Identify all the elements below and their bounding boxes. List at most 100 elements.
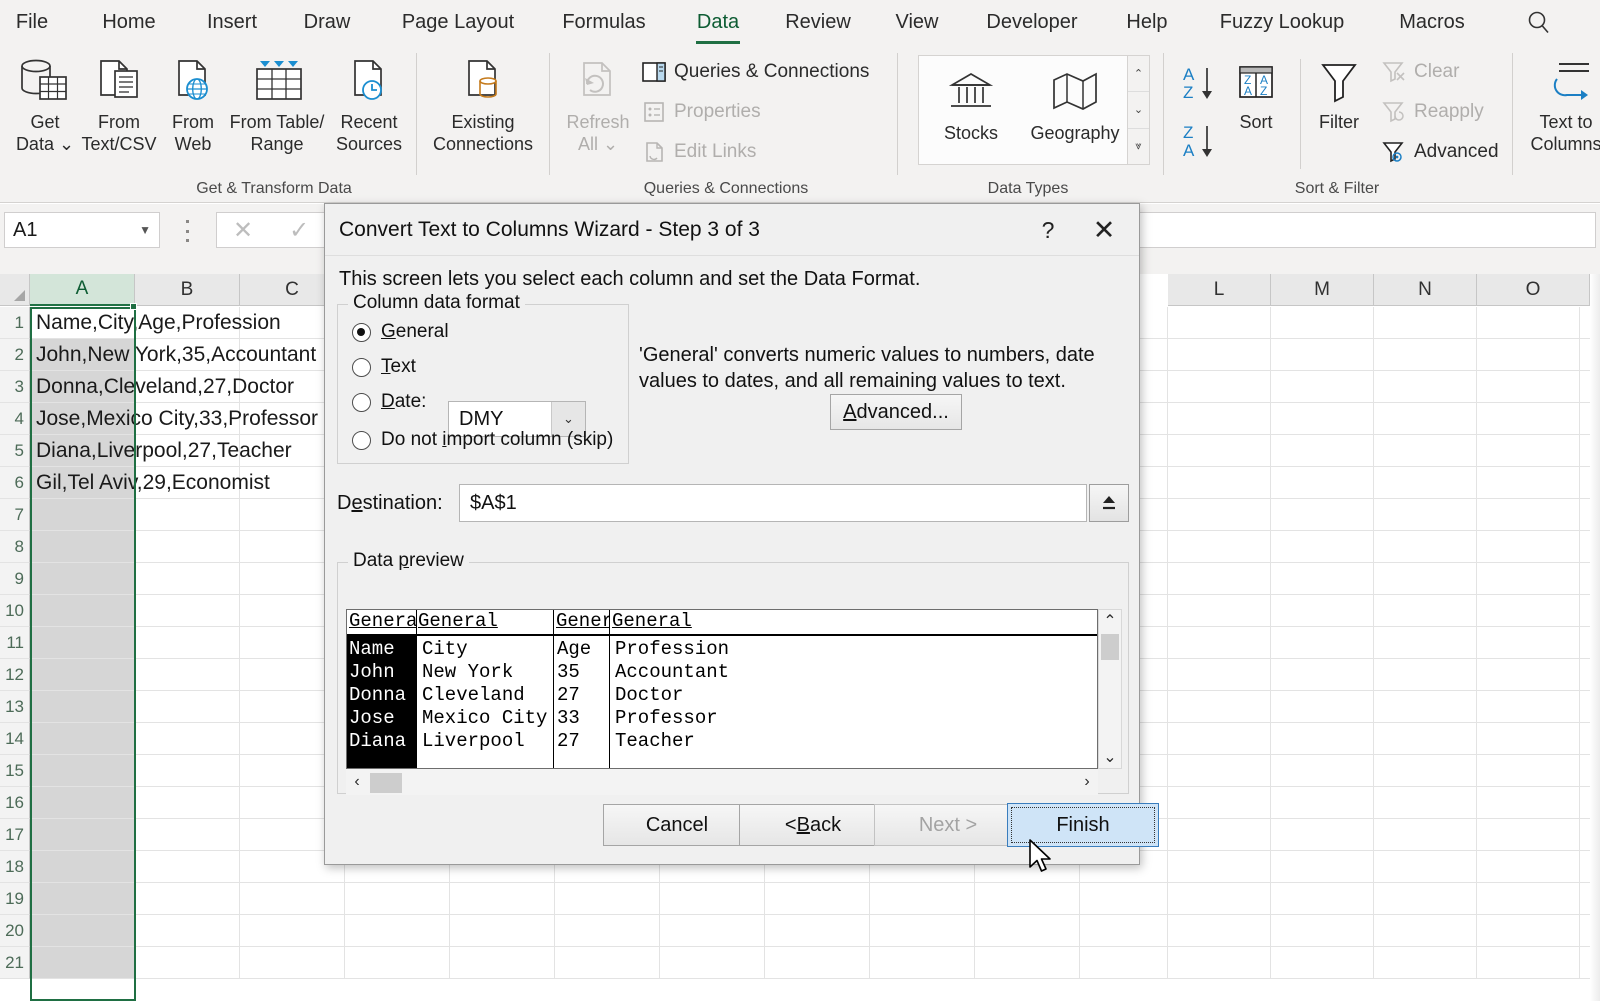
ribbon-tab-file[interactable]: File bbox=[6, 4, 58, 40]
grid-cell[interactable] bbox=[765, 915, 870, 946]
search-icon[interactable] bbox=[1524, 8, 1554, 38]
from-text-csv-button[interactable]: From Text/CSV bbox=[78, 53, 160, 155]
grid-cell[interactable] bbox=[345, 915, 450, 946]
grid-cell[interactable] bbox=[450, 947, 555, 978]
column-header-b[interactable]: B bbox=[135, 274, 240, 306]
grid-cell[interactable] bbox=[30, 435, 135, 466]
gallery-scroll-up-icon[interactable]: ⌃ bbox=[1128, 56, 1149, 92]
existing-connections-button[interactable]: Existing Connections bbox=[424, 53, 542, 155]
grid-cell[interactable] bbox=[1271, 403, 1374, 434]
scroll-left-icon[interactable]: ‹ bbox=[346, 769, 368, 795]
cancel-x-icon[interactable]: ✕ bbox=[233, 216, 253, 245]
row-header[interactable]: 5 bbox=[0, 435, 30, 467]
grid-cell[interactable] bbox=[1374, 627, 1477, 658]
grid-cell[interactable] bbox=[1271, 371, 1374, 402]
row-header[interactable]: 6 bbox=[0, 467, 30, 499]
row-header[interactable]: 14 bbox=[0, 723, 30, 755]
grid-cell[interactable] bbox=[1374, 787, 1477, 818]
ribbon-tab-developer[interactable]: Developer bbox=[962, 4, 1102, 40]
grid-cell[interactable] bbox=[1374, 755, 1477, 786]
grid-cell[interactable] bbox=[1477, 371, 1580, 402]
preview-horizontal-scrollbar[interactable]: ‹ › bbox=[346, 769, 1098, 795]
ribbon-tab-macros[interactable]: Macros bbox=[1384, 4, 1480, 40]
grid-cell[interactable] bbox=[450, 915, 555, 946]
grid-cell[interactable] bbox=[1374, 531, 1477, 562]
grid-cell[interactable] bbox=[30, 371, 135, 402]
grid-cell[interactable] bbox=[1374, 691, 1477, 722]
grid-cell[interactable] bbox=[1271, 659, 1374, 690]
advanced-button[interactable]: Advanced... bbox=[830, 394, 962, 430]
grid-cell[interactable] bbox=[1271, 851, 1374, 882]
row-header[interactable]: 17 bbox=[0, 819, 30, 851]
grid-cell[interactable] bbox=[975, 883, 1080, 914]
grid-cell[interactable] bbox=[30, 595, 135, 626]
grid-cell[interactable] bbox=[1271, 947, 1374, 978]
grid-cell[interactable] bbox=[30, 851, 135, 882]
grid-cell[interactable] bbox=[1271, 755, 1374, 786]
grid-cell[interactable] bbox=[1168, 723, 1271, 754]
row-header[interactable]: 12 bbox=[0, 659, 30, 691]
refresh-all-button[interactable]: Refresh All ⌄ bbox=[558, 53, 638, 155]
grid-cell[interactable] bbox=[1477, 851, 1580, 882]
radio-general[interactable]: General bbox=[352, 321, 449, 343]
grid-cell[interactable] bbox=[30, 403, 135, 434]
ribbon-tab-data[interactable]: Data bbox=[690, 4, 746, 40]
column-header-m[interactable]: M bbox=[1271, 274, 1374, 306]
ribbon-tab-review[interactable]: Review bbox=[776, 4, 860, 40]
preview-hscroll-thumb[interactable] bbox=[370, 773, 402, 793]
grid-cell[interactable] bbox=[660, 883, 765, 914]
grid-cell[interactable] bbox=[135, 659, 240, 690]
grid-cell[interactable] bbox=[1477, 563, 1580, 594]
radio-do-not-import[interactable]: Do not import column (skip) bbox=[352, 429, 613, 451]
grid-cell[interactable] bbox=[1168, 371, 1271, 402]
grid-cell[interactable] bbox=[30, 691, 135, 722]
row-header[interactable]: 9 bbox=[0, 563, 30, 595]
grid-cell[interactable] bbox=[1477, 787, 1580, 818]
grid-cell[interactable] bbox=[1271, 723, 1374, 754]
radio-text[interactable]: Text bbox=[352, 356, 416, 378]
scroll-up-icon[interactable]: ⌃ bbox=[1099, 610, 1121, 632]
column-header-a[interactable]: A bbox=[30, 274, 135, 306]
grid-cell[interactable] bbox=[240, 915, 345, 946]
grid-cell[interactable] bbox=[1168, 499, 1271, 530]
row-header[interactable]: 11 bbox=[0, 627, 30, 659]
grid-cell[interactable] bbox=[1477, 723, 1580, 754]
grid-cell[interactable] bbox=[1168, 563, 1271, 594]
ribbon-tab-page-layout[interactable]: Page Layout bbox=[386, 4, 530, 40]
grid-cell[interactable] bbox=[135, 403, 240, 434]
properties-button[interactable]: Properties bbox=[642, 95, 761, 129]
grid-cell[interactable] bbox=[1168, 467, 1271, 498]
grid-cell[interactable] bbox=[1168, 755, 1271, 786]
grid-cell[interactable] bbox=[1477, 659, 1580, 690]
grid-cell[interactable] bbox=[1271, 531, 1374, 562]
grid-cell[interactable] bbox=[1080, 883, 1168, 914]
grid-cell[interactable] bbox=[1477, 531, 1580, 562]
grid-cell[interactable] bbox=[1374, 819, 1477, 850]
next-button[interactable]: Next > bbox=[874, 804, 1022, 846]
grid-cell[interactable] bbox=[135, 915, 240, 946]
grid-cell[interactable] bbox=[1271, 339, 1374, 370]
scroll-down-icon[interactable]: ⌄ bbox=[1099, 746, 1121, 768]
row-header[interactable]: 21 bbox=[0, 947, 30, 979]
ribbon-tab-view[interactable]: View bbox=[888, 4, 946, 40]
grid-cell[interactable] bbox=[1477, 819, 1580, 850]
grid-cell[interactable] bbox=[1477, 947, 1580, 978]
geography-data-type[interactable]: Geography bbox=[1023, 56, 1127, 144]
cancel-button[interactable]: Cancel bbox=[603, 804, 751, 846]
preview-vertical-scrollbar[interactable]: ⌃ ⌄ bbox=[1098, 609, 1122, 769]
sort-ascending-button[interactable]: A Z bbox=[1180, 63, 1222, 112]
grid-cell[interactable] bbox=[1374, 851, 1477, 882]
grid-cell[interactable] bbox=[1271, 915, 1374, 946]
row-header[interactable]: 10 bbox=[0, 595, 30, 627]
help-icon[interactable]: ? bbox=[1031, 214, 1065, 246]
grid-cell[interactable] bbox=[1168, 787, 1271, 818]
grid-cell[interactable] bbox=[1477, 691, 1580, 722]
grid-cell[interactable] bbox=[765, 883, 870, 914]
grid-cell[interactable] bbox=[450, 883, 555, 914]
from-web-button[interactable]: From Web bbox=[152, 53, 234, 155]
grid-cell[interactable] bbox=[1477, 883, 1580, 914]
grid-cell[interactable] bbox=[1168, 947, 1271, 978]
sort-descending-button[interactable]: Z A bbox=[1180, 121, 1222, 170]
grid-cell[interactable] bbox=[1374, 723, 1477, 754]
preview-format-col-3[interactable]: General bbox=[556, 610, 609, 636]
